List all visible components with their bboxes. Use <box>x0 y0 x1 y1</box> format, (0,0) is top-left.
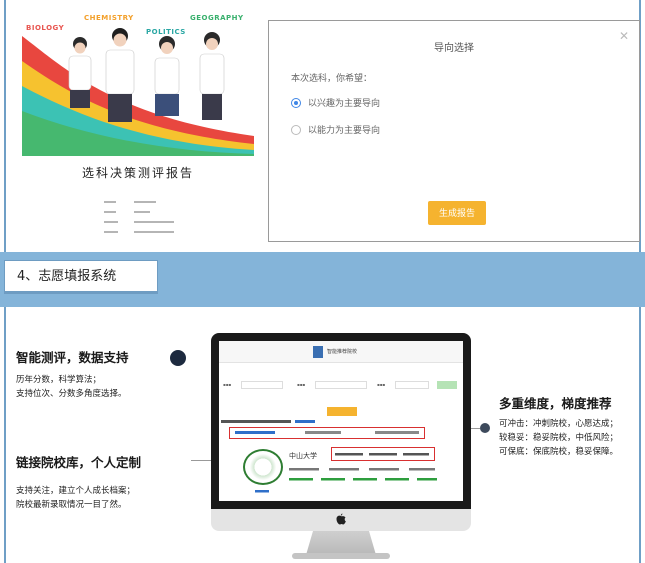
feature-2-line-2: 院校最新录取情况一目了然。 <box>16 500 127 510</box>
feature-1-line-1: 历年分数，科学算法； <box>16 375 102 385</box>
university-emblem-icon <box>243 449 283 485</box>
feature-1-line-2: 支持位次、分数多角度选择。 <box>16 389 127 399</box>
student-2 <box>105 28 135 122</box>
feature-1-title: 智能测评，数据支持 <box>16 350 129 365</box>
section-band: 4、志愿填报系统 <box>0 252 645 307</box>
feature-3-line-3: 可保底：保底院校，稳妥保障。 <box>499 447 619 457</box>
option-ability[interactable]: 以能力为主要导向 <box>291 123 380 136</box>
direction-dialog: 导向选择 ✕ 本次选科，你希望： 以兴趣为主要导向 以能力为主要导向 生成报告 <box>268 20 640 242</box>
screen-university-links[interactable] <box>289 477 439 482</box>
feature-3-text: 可冲击：冲刺院校，心愿达成； 较稳妥：稳妥院校，中低风险； 可保底：保底院校，稳… <box>499 417 618 459</box>
page: BIOLOGY CHEMISTRY POLITICS GEOGRAPHY 选科决… <box>0 0 645 563</box>
feature-2-title: 链接院校库，个人定制 <box>16 455 142 470</box>
screen-field-2[interactable] <box>315 381 367 389</box>
report-cover: BIOLOGY CHEMISTRY POLITICS GEOGRAPHY 选科决… <box>22 6 254 246</box>
screen-green-box <box>437 381 457 389</box>
feature-3-line-1: 可冲击：冲刺院校，心愿达成； <box>499 419 619 429</box>
screen-university-tags <box>289 468 435 471</box>
screen-follow-link[interactable] <box>255 489 275 494</box>
subject-geography: GEOGRAPHY <box>190 14 244 22</box>
radio-ability[interactable] <box>291 124 301 135</box>
radio-interest[interactable] <box>291 97 301 108</box>
feature-2-text: 支持关注，建立个人成长档案； 院校最新录取情况一目了然。 <box>16 484 135 512</box>
screen-field-1[interactable] <box>241 381 283 389</box>
top-panel: BIOLOGY CHEMISTRY POLITICS GEOGRAPHY 选科决… <box>4 0 641 252</box>
monitor-screen: 智能推荐院校 ▪▪▪ ▪▪▪ ▪▪▪ 中山大学 <box>219 341 463 501</box>
student-1 <box>68 37 92 108</box>
screen-university-name: 中山大学 <box>289 452 317 460</box>
feature-3-dot-icon <box>480 423 490 433</box>
monitor-chin <box>211 509 471 531</box>
student-4 <box>199 32 225 120</box>
feature-2-line-1: 支持关注，建立个人成长档案； <box>16 486 136 496</box>
subject-politics: POLITICS <box>146 28 186 36</box>
report-info-lines <box>104 201 174 233</box>
screen-search-button[interactable] <box>327 407 357 416</box>
student-3 <box>154 36 180 116</box>
monitor-stand <box>306 531 376 555</box>
option-ability-label: 以能力为主要导向 <box>308 126 381 136</box>
feature-3-line-2: 较稳妥：稳妥院校，中低风险； <box>499 433 619 443</box>
screen-label-2: ▪▪▪ <box>297 382 306 387</box>
option-interest[interactable]: 以兴趣为主要导向 <box>291 96 380 109</box>
screen-logo-icon <box>313 346 323 358</box>
feature-1-text: 历年分数，科学算法； 支持位次、分数多角度选择。 <box>16 373 127 401</box>
monitor: 智能推荐院校 ▪▪▪ ▪▪▪ ▪▪▪ 中山大学 <box>211 333 471 509</box>
screen-label-1: ▪▪▪ <box>223 382 232 387</box>
apple-logo-icon <box>336 513 346 525</box>
feature-3-title: 多重维度，梯度推荐 <box>499 396 612 411</box>
screen-university-stats <box>335 453 429 456</box>
screen-title: 智能推荐院校 <box>327 349 358 355</box>
dialog-title: 导向选择 <box>434 43 474 54</box>
monitor-stand-base <box>292 553 390 559</box>
screen-subheading <box>221 420 315 423</box>
report-title: 选科决策测评报告 <box>81 166 194 180</box>
subject-biology: BIOLOGY <box>26 24 65 32</box>
screen-header: 智能推荐院校 <box>219 341 463 363</box>
generate-report-button[interactable]: 生成报告 <box>428 201 486 225</box>
screen-label-3: ▪▪▪ <box>377 382 386 387</box>
bottom-panel: 智能测评，数据支持 历年分数，科学算法； 支持位次、分数多角度选择。 链接院校库… <box>4 307 641 563</box>
screen-field-3[interactable] <box>395 381 429 389</box>
close-icon[interactable]: ✕ <box>619 29 629 43</box>
feature-1-dot-icon <box>170 350 186 366</box>
dialog-question: 本次选科，你希望： <box>291 74 373 84</box>
screen-tier-row <box>235 431 419 434</box>
option-interest-label: 以兴趣为主要导向 <box>308 99 381 109</box>
subject-chemistry: CHEMISTRY <box>84 14 134 22</box>
section-title: 4、志愿填报系统 <box>4 260 158 294</box>
